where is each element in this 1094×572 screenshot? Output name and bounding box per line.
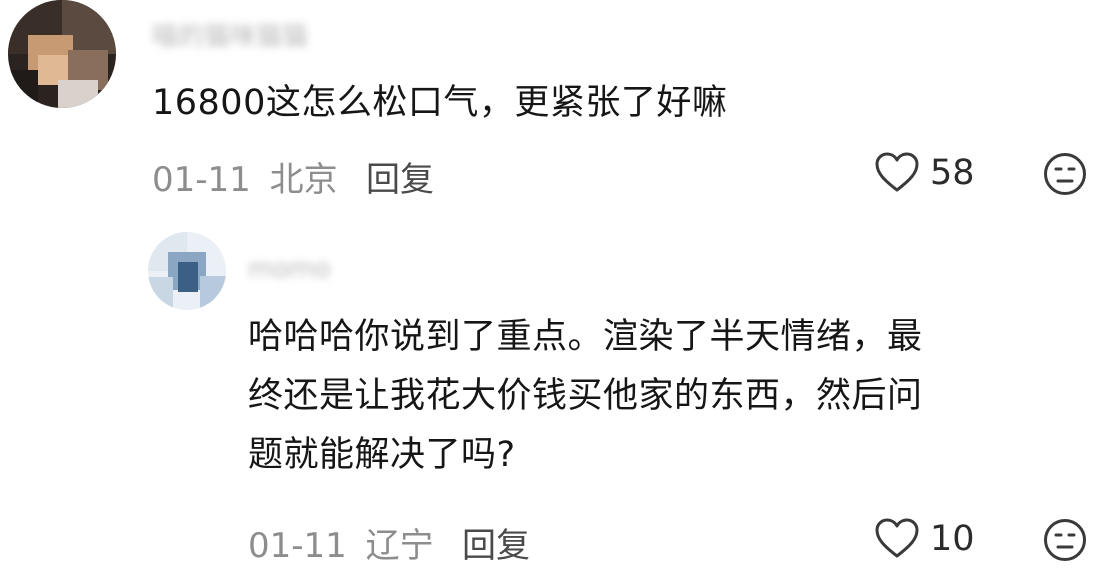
neutral-face-icon[interactable] (1043, 152, 1087, 196)
comment-date: 01-11 北京 (152, 152, 338, 201)
comment-text: 16800这怎么松口气，更紧张了好嘛 (152, 83, 728, 123)
comment-line: 哈哈哈你说到了重点。渲染了半天情绪，最 (248, 317, 923, 357)
username[interactable]: momo (248, 254, 330, 284)
date-text: 01-11 (152, 160, 251, 200)
username[interactable]: 喵的猫咪猫猫 (152, 16, 308, 53)
comment-text: 哈哈哈你说到了重点。渲染了半天情绪，最 终还是让我花大价钱买他家的东西，然后问 … (248, 308, 923, 485)
date-text: 01-11 (248, 526, 347, 566)
avatar-image (8, 0, 116, 108)
neutral-face-icon[interactable] (1043, 518, 1087, 562)
avatar[interactable] (8, 0, 116, 108)
heart-outline-icon (875, 152, 919, 192)
like-count: 10 (930, 519, 975, 559)
heart-outline-icon (875, 518, 919, 558)
avatar-image (148, 232, 226, 310)
comment-date: 01-11 辽宁 (248, 518, 434, 567)
like-button[interactable]: 10 (874, 518, 975, 560)
like-count: 58 (930, 153, 975, 193)
like-button[interactable]: 58 (874, 152, 975, 194)
location-text: 辽宁 (365, 526, 434, 566)
location-text: 北京 (269, 160, 338, 200)
comment-line: 终还是让我花大价钱买他家的东西，然后问 (248, 376, 923, 416)
reply-button[interactable]: 回复 (462, 518, 530, 567)
comment-line: 题就能解决了吗? (248, 435, 516, 475)
avatar[interactable] (148, 232, 226, 310)
reply-button[interactable]: 回复 (366, 152, 434, 201)
